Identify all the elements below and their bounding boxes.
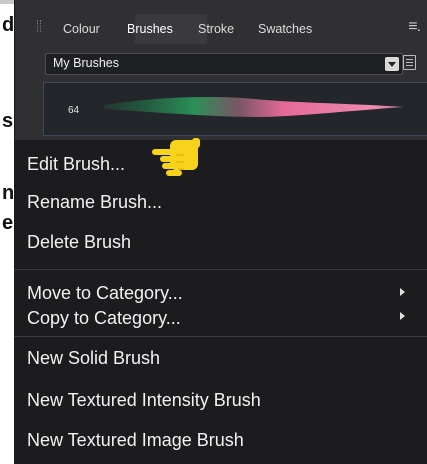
background-text-fragment: e (2, 212, 14, 234)
menu-item-new-textured-image-brush[interactable]: New Textured Image Brush (27, 430, 244, 451)
pointing-hand-icon (152, 138, 200, 176)
brush-stroke-preview (104, 97, 404, 117)
menu-item-new-textured-intensity-brush[interactable]: New Textured Intensity Brush (27, 390, 261, 411)
background-text-fragment: n (2, 182, 15, 204)
list-view-icon[interactable] (403, 55, 416, 70)
menu-item-copy-to-category[interactable]: Copy to Category... (27, 308, 181, 329)
chevron-down-icon[interactable] (385, 57, 399, 71)
background-text-fragment: s (2, 110, 14, 132)
submenu-arrow-icon (400, 312, 405, 320)
tab-stroke[interactable]: Stroke (198, 22, 234, 36)
tab-swatches[interactable]: Swatches (258, 22, 312, 36)
menu-item-new-solid-brush[interactable]: New Solid Brush (27, 348, 160, 369)
background-text-fragment: d (2, 14, 15, 36)
tab-colour[interactable]: Colour (63, 22, 100, 36)
hamburger-icon[interactable]: ≡. (408, 18, 421, 36)
menu-item-delete-brush[interactable]: Delete Brush (27, 232, 131, 253)
tab-brushes[interactable]: Brushes (127, 22, 173, 36)
menu-item-edit-brush[interactable]: Edit Brush... (27, 154, 125, 175)
menu-item-move-to-category[interactable]: Move to Category... (27, 283, 183, 304)
menu-separator (14, 269, 427, 270)
brush-category-selected: My Brushes (53, 56, 119, 70)
menu-separator (14, 336, 427, 337)
brush-context-menu: Edit Brush... Rename Brush... Delete Bru… (14, 140, 427, 464)
brushes-panel: Colour Brushes Stroke Swatches ≡. My Bru… (14, 0, 427, 140)
panel-grip-handle[interactable] (37, 20, 41, 32)
brush-preview-row[interactable]: 64 (43, 82, 427, 136)
menu-item-rename-brush[interactable]: Rename Brush... (27, 192, 162, 213)
brush-category-dropdown[interactable]: My Brushes (45, 53, 403, 75)
background-edge (0, 0, 14, 4)
submenu-arrow-icon (400, 288, 405, 296)
